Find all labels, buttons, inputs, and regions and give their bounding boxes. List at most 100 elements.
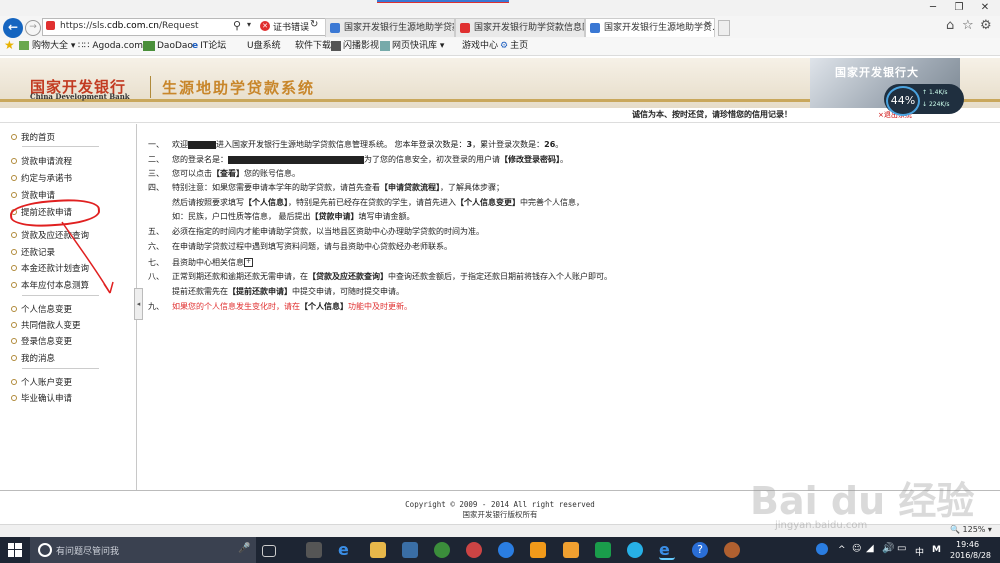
personal-info-link[interactable]: 【个人信息】 [300,302,348,311]
sidebar-item-loan-process[interactable]: 贷款申请流程 [11,155,72,167]
tray-user-icon[interactable]: ☺ [852,544,861,554]
fav-item[interactable]: ∷∷ Agoda.com [78,39,143,54]
app-icon[interactable] [595,542,611,558]
forward-button[interactable]: → [25,20,41,36]
bullet-icon [11,379,17,385]
app-icon[interactable] [563,542,579,558]
sidebar-item-coborrower[interactable]: 共同借款人变更 [11,319,81,331]
search-icon[interactable]: ⚲ [233,19,241,32]
cortana-icon [38,543,52,557]
gear-icon[interactable]: ⚙ [980,18,992,33]
fav-item[interactable]: 闪播影视 [331,39,379,54]
favorites-star-icon[interactable]: ★ [4,38,15,52]
tripadvisor-icon[interactable] [434,542,450,558]
change-password-link[interactable]: 【修改登录密码】 [500,155,560,164]
fav-item[interactable]: U盘系统 [247,39,281,54]
sogou-icon[interactable] [498,542,514,558]
refresh-icon[interactable]: ↻ [310,19,318,30]
sidebar-item-personal-info[interactable]: 个人信息变更 [11,303,72,315]
early-repay-link[interactable]: 【提前还款申请】 [228,287,292,296]
personal-info-link[interactable]: 【个人信息】 [244,198,288,207]
minimize-icon[interactable]: ─ [920,0,946,16]
bullet-icon [11,232,17,238]
redacted-block [228,155,364,164]
page-icon [590,23,600,33]
sidebar-collapse-handle[interactable]: ◂ [134,288,143,320]
sidebar-item-repay-record[interactable]: 还款记录 [11,246,55,258]
fav-item[interactable]: DaoDao [143,39,193,54]
favorites-star-icon[interactable]: ☆ [962,18,974,33]
clock-date[interactable]: 2016/8/28 [950,551,991,560]
fav-item[interactable]: 购物大全 ▾ [19,39,75,54]
sidebar-item-login-info[interactable]: 登录信息变更 [11,335,72,347]
bullet-icon [11,134,17,140]
camera-icon[interactable] [306,542,322,558]
new-tab-button[interactable] [718,20,730,36]
personal-info-change-link[interactable]: 【个人信息变更】 [456,198,520,207]
loan-query-link[interactable]: 【贷款及应还款查询】 [308,272,388,281]
avatar-app-icon[interactable] [724,542,740,558]
view-account-link[interactable]: 【查看】 [212,169,244,178]
cert-error-label[interactable]: 证书错误 [273,20,309,33]
maximize-icon[interactable]: ❐ [946,0,972,16]
back-button[interactable]: ← [3,18,23,38]
fav-item[interactable]: ⚙ 主页 [500,39,528,54]
bullet-icon [11,265,17,271]
title-accent-red [377,2,509,3]
daodao-icon [143,40,155,51]
sidebar-item-agreement[interactable]: 约定与承诺书 [11,172,72,184]
ie-taskbar-icon[interactable]: e [659,542,675,560]
fav-item[interactable]: 网页快讯库 ▾ [380,39,444,54]
fav-item[interactable]: 软件下载 [295,39,331,54]
zoom-level[interactable]: 🔍 125% ▾ [950,525,992,534]
bullet-icon [11,355,17,361]
address-url[interactable]: https://sls.cdb.com.cn/Request [60,19,199,33]
file-explorer-icon[interactable] [370,542,386,558]
notification-icon[interactable]: ▭ [897,543,906,554]
dropdown-arrow-icon[interactable]: ▾ [247,20,251,29]
expand-icon[interactable]: + [244,258,253,267]
edge-icon[interactable]: e [338,542,354,558]
task-view-icon[interactable] [262,545,276,557]
store-icon[interactable] [402,542,418,558]
tab-3[interactable]: 国家开发银行生源地助学贷... [585,18,715,37]
home-icon[interactable]: ⌂ [946,18,954,33]
sidebar-item-home[interactable]: 我的首页 [11,131,55,143]
fav-item[interactable]: e IT论坛 [192,39,226,54]
help-icon[interactable]: ? [692,542,708,558]
bullet-icon [11,192,17,198]
notice-line-9: 九、 如果您的个人信息发生变化时，请在【个人信息】功能中及时更新。 [148,302,412,311]
microphone-icon[interactable]: 🎤 [238,543,250,554]
cert-error-icon: ✕ [260,21,270,31]
bullet-icon [11,306,17,312]
net-down: ↓ 224K/s [922,101,950,108]
menu-divider [22,146,99,147]
bullet-icon [11,338,17,344]
sidebar-item-loan-apply[interactable]: 贷款申请 [11,189,55,201]
package-icon[interactable] [530,542,546,558]
tab-2[interactable]: 国家开发银行助学贷款信息网 [455,18,585,37]
windows-start-icon[interactable] [8,543,22,557]
tab-1[interactable]: 国家开发银行生源地助学贷款... [325,18,455,37]
sidebar-item-messages[interactable]: 我的消息 [11,352,55,364]
volume-icon[interactable]: 🔊 [882,543,894,554]
network-icon[interactable]: ◢ [866,543,874,554]
tab-close-icon[interactable]: ✕ [704,20,712,30]
folder-icon [19,41,29,50]
sidebar-item-account[interactable]: 个人账户变更 [11,376,72,388]
notice-line-5: 五、 必须在指定的时间内才能申请助学贷款，以当地县区资助中心办理助学贷款的时间为准… [148,227,484,236]
fav-item[interactable]: 游戏中心 [462,39,498,54]
clock-time[interactable]: 19:46 [956,540,979,549]
ime-indicator[interactable]: 中 [915,545,924,558]
app-icon[interactable] [627,542,643,558]
app-icon[interactable] [466,542,482,558]
ie-icon: e [192,41,199,51]
close-icon[interactable]: ✕ [972,0,998,16]
tray-expand-icon[interactable]: ^ [838,545,846,555]
tray-shield-icon[interactable] [816,543,828,555]
ime-mode-indicator[interactable]: M [932,545,941,555]
sidebar-item-graduation[interactable]: 毕业确认申请 [11,392,72,404]
notice-line-4: 四、 特别注意：如果您需要申请本学年的助学贷款，请首先查看【申请贷款流程】，了解具… [148,183,504,192]
loan-apply-link[interactable]: 【贷款申请】 [311,212,359,221]
loan-process-link[interactable]: 【申请贷款流程】 [380,183,440,192]
